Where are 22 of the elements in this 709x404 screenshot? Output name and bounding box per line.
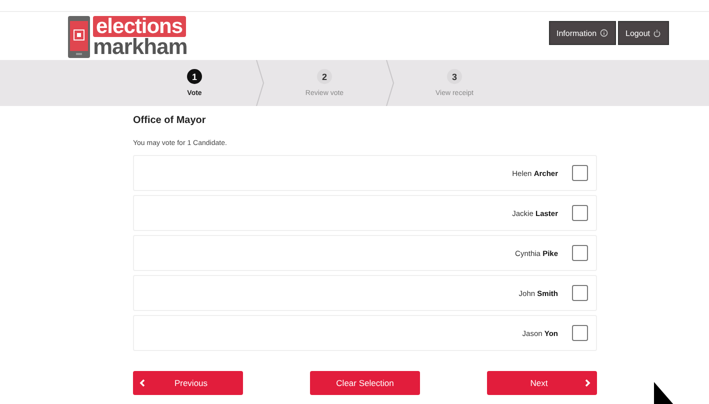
checkbox[interactable] — [572, 325, 588, 341]
chevron-left-icon — [139, 379, 145, 387]
chevron-separator-icon — [386, 60, 394, 106]
chevron-right-icon — [584, 379, 591, 387]
checkbox[interactable] — [572, 285, 588, 301]
clear-selection-button[interactable]: Clear Selection — [310, 371, 420, 395]
cursor-icon — [654, 382, 674, 404]
previous-button[interactable]: Previous — [133, 371, 243, 395]
contest-title: Office of Mayor — [133, 115, 207, 126]
checkbox[interactable] — [572, 165, 588, 181]
info-icon — [600, 29, 608, 37]
chevron-separator-icon — [256, 60, 264, 106]
logout-button[interactable]: Logout — [618, 21, 669, 45]
checkbox[interactable] — [572, 245, 588, 261]
checkbox[interactable] — [572, 205, 588, 221]
next-button[interactable]: Next — [487, 371, 597, 395]
logo-text: elections — [93, 16, 186, 37]
power-icon — [653, 29, 661, 37]
information-button[interactable]: Information — [548, 21, 616, 45]
logo[interactable]: elections markham — [68, 16, 188, 58]
phone-icon — [68, 16, 90, 58]
logo-text: markham — [93, 36, 188, 58]
